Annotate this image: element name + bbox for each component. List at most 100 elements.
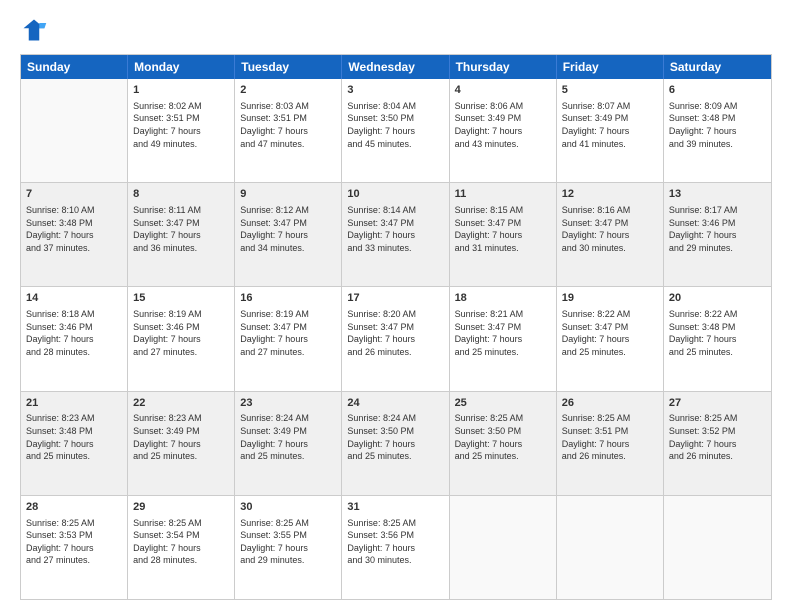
day-number: 21: [26, 396, 122, 411]
cal-cell-8: 8 Sunrise: 8:11 AM Sunset: 3:47 PM Daylig…: [128, 183, 235, 286]
cal-cell-21: 21Sunrise: 8:23 AM Sunset: 3:48 PM Dayli…: [21, 392, 128, 495]
day-number: 25: [455, 396, 551, 411]
cal-cell-30: 30 Sunrise: 8:25 AM Sunset: 3:55 PM Dayli…: [235, 496, 342, 599]
cal-cell-empty-4-5: [557, 496, 664, 599]
day-number: 14: [26, 291, 122, 306]
cal-cell-12: 12 Sunrise: 8:16 AM Sunset: 3:47 PM Dayli…: [557, 183, 664, 286]
day-number: 15: [133, 291, 229, 306]
cell-info: Sunrise: 8:09 AM Sunset: 3:48 PM Dayligh…: [669, 100, 766, 150]
cal-row-3: 21Sunrise: 8:23 AM Sunset: 3:48 PM Dayli…: [21, 392, 771, 496]
cell-info: Sunrise: 8:11 AM Sunset: 3:47 PM Dayligh…: [133, 204, 229, 254]
day-number: 9: [240, 187, 336, 202]
day-number: 20: [669, 291, 766, 306]
cal-cell-11: 11 Sunrise: 8:15 AM Sunset: 3:47 PM Dayli…: [450, 183, 557, 286]
cal-row-4: 28Sunrise: 8:25 AM Sunset: 3:53 PM Dayli…: [21, 496, 771, 599]
cal-cell-28: 28Sunrise: 8:25 AM Sunset: 3:53 PM Dayli…: [21, 496, 128, 599]
cal-cell-7: 7Sunrise: 8:10 AM Sunset: 3:48 PM Daylig…: [21, 183, 128, 286]
cal-cell-18: 18 Sunrise: 8:21 AM Sunset: 3:47 PM Dayli…: [450, 287, 557, 390]
day-number: 10: [347, 187, 443, 202]
day-number: 17: [347, 291, 443, 306]
cell-info: Sunrise: 8:24 AM Sunset: 3:50 PM Dayligh…: [347, 412, 443, 462]
cell-info: Sunrise: 8:04 AM Sunset: 3:50 PM Dayligh…: [347, 100, 443, 150]
cal-cell-24: 24Sunrise: 8:24 AM Sunset: 3:50 PM Dayli…: [342, 392, 449, 495]
logo-icon: [20, 16, 48, 44]
header-day-tuesday: Tuesday: [235, 55, 342, 79]
day-number: 11: [455, 187, 551, 202]
cal-cell-1: 1Sunrise: 8:02 AM Sunset: 3:51 PM Daylig…: [128, 79, 235, 182]
cell-info: Sunrise: 8:25 AM Sunset: 3:53 PM Dayligh…: [26, 517, 122, 567]
day-number: 5: [562, 83, 658, 98]
cell-info: Sunrise: 8:25 AM Sunset: 3:55 PM Dayligh…: [240, 517, 336, 567]
cell-info: Sunrise: 8:25 AM Sunset: 3:52 PM Dayligh…: [669, 412, 766, 462]
cal-cell-22: 22Sunrise: 8:23 AM Sunset: 3:49 PM Dayli…: [128, 392, 235, 495]
day-number: 4: [455, 83, 551, 98]
cal-cell-empty-4-6: [664, 496, 771, 599]
page: SundayMondayTuesdayWednesdayThursdayFrid…: [0, 0, 792, 612]
day-number: 23: [240, 396, 336, 411]
cal-row-2: 14 Sunrise: 8:18 AM Sunset: 3:46 PM Dayli…: [21, 287, 771, 391]
cal-cell-13: 13 Sunrise: 8:17 AM Sunset: 3:46 PM Dayli…: [664, 183, 771, 286]
cell-info: Sunrise: 8:18 AM Sunset: 3:46 PM Dayligh…: [26, 308, 122, 358]
cell-info: Sunrise: 8:21 AM Sunset: 3:47 PM Dayligh…: [455, 308, 551, 358]
cell-info: Sunrise: 8:06 AM Sunset: 3:49 PM Dayligh…: [455, 100, 551, 150]
cal-row-1: 7Sunrise: 8:10 AM Sunset: 3:48 PM Daylig…: [21, 183, 771, 287]
cal-cell-2: 2 Sunrise: 8:03 AM Sunset: 3:51 PM Daylig…: [235, 79, 342, 182]
cell-info: Sunrise: 8:22 AM Sunset: 3:48 PM Dayligh…: [669, 308, 766, 358]
cell-info: Sunrise: 8:02 AM Sunset: 3:51 PM Dayligh…: [133, 100, 229, 150]
cell-info: Sunrise: 8:10 AM Sunset: 3:48 PM Dayligh…: [26, 204, 122, 254]
header-day-sunday: Sunday: [21, 55, 128, 79]
cal-cell-25: 25Sunrise: 8:25 AM Sunset: 3:50 PM Dayli…: [450, 392, 557, 495]
cal-cell-10: 10Sunrise: 8:14 AM Sunset: 3:47 PM Dayli…: [342, 183, 449, 286]
header-day-friday: Friday: [557, 55, 664, 79]
cal-cell-29: 29Sunrise: 8:25 AM Sunset: 3:54 PM Dayli…: [128, 496, 235, 599]
cell-info: Sunrise: 8:19 AM Sunset: 3:47 PM Dayligh…: [240, 308, 336, 358]
cal-cell-5: 5 Sunrise: 8:07 AM Sunset: 3:49 PM Daylig…: [557, 79, 664, 182]
cell-info: Sunrise: 8:07 AM Sunset: 3:49 PM Dayligh…: [562, 100, 658, 150]
day-number: 18: [455, 291, 551, 306]
header: [20, 16, 772, 44]
cal-cell-20: 20 Sunrise: 8:22 AM Sunset: 3:48 PM Dayli…: [664, 287, 771, 390]
cell-info: Sunrise: 8:23 AM Sunset: 3:48 PM Dayligh…: [26, 412, 122, 462]
cal-cell-15: 15 Sunrise: 8:19 AM Sunset: 3:46 PM Dayli…: [128, 287, 235, 390]
cell-info: Sunrise: 8:22 AM Sunset: 3:47 PM Dayligh…: [562, 308, 658, 358]
cell-info: Sunrise: 8:23 AM Sunset: 3:49 PM Dayligh…: [133, 412, 229, 462]
cal-cell-3: 3 Sunrise: 8:04 AM Sunset: 3:50 PM Daylig…: [342, 79, 449, 182]
cal-cell-empty-0-0: [21, 79, 128, 182]
cell-info: Sunrise: 8:25 AM Sunset: 3:51 PM Dayligh…: [562, 412, 658, 462]
cell-info: Sunrise: 8:20 AM Sunset: 3:47 PM Dayligh…: [347, 308, 443, 358]
cell-info: Sunrise: 8:19 AM Sunset: 3:46 PM Dayligh…: [133, 308, 229, 358]
cell-info: Sunrise: 8:25 AM Sunset: 3:50 PM Dayligh…: [455, 412, 551, 462]
day-number: 3: [347, 83, 443, 98]
header-day-thursday: Thursday: [450, 55, 557, 79]
day-number: 22: [133, 396, 229, 411]
day-number: 19: [562, 291, 658, 306]
cell-info: Sunrise: 8:16 AM Sunset: 3:47 PM Dayligh…: [562, 204, 658, 254]
cal-row-0: 1Sunrise: 8:02 AM Sunset: 3:51 PM Daylig…: [21, 79, 771, 183]
cal-cell-16: 16 Sunrise: 8:19 AM Sunset: 3:47 PM Dayli…: [235, 287, 342, 390]
cal-cell-empty-4-4: [450, 496, 557, 599]
cal-cell-6: 6Sunrise: 8:09 AM Sunset: 3:48 PM Daylig…: [664, 79, 771, 182]
calendar: SundayMondayTuesdayWednesdayThursdayFrid…: [20, 54, 772, 600]
cell-info: Sunrise: 8:17 AM Sunset: 3:46 PM Dayligh…: [669, 204, 766, 254]
day-number: 30: [240, 500, 336, 515]
day-number: 24: [347, 396, 443, 411]
header-day-saturday: Saturday: [664, 55, 771, 79]
day-number: 29: [133, 500, 229, 515]
day-number: 12: [562, 187, 658, 202]
cal-cell-26: 26Sunrise: 8:25 AM Sunset: 3:51 PM Dayli…: [557, 392, 664, 495]
header-day-monday: Monday: [128, 55, 235, 79]
cal-cell-31: 31Sunrise: 8:25 AM Sunset: 3:56 PM Dayli…: [342, 496, 449, 599]
header-day-wednesday: Wednesday: [342, 55, 449, 79]
day-number: 13: [669, 187, 766, 202]
cell-info: Sunrise: 8:15 AM Sunset: 3:47 PM Dayligh…: [455, 204, 551, 254]
calendar-header: SundayMondayTuesdayWednesdayThursdayFrid…: [21, 55, 771, 79]
cal-cell-27: 27Sunrise: 8:25 AM Sunset: 3:52 PM Dayli…: [664, 392, 771, 495]
cell-info: Sunrise: 8:12 AM Sunset: 3:47 PM Dayligh…: [240, 204, 336, 254]
day-number: 2: [240, 83, 336, 98]
cal-cell-4: 4 Sunrise: 8:06 AM Sunset: 3:49 PM Daylig…: [450, 79, 557, 182]
day-number: 8: [133, 187, 229, 202]
cell-info: Sunrise: 8:03 AM Sunset: 3:51 PM Dayligh…: [240, 100, 336, 150]
day-number: 16: [240, 291, 336, 306]
day-number: 31: [347, 500, 443, 515]
day-number: 26: [562, 396, 658, 411]
